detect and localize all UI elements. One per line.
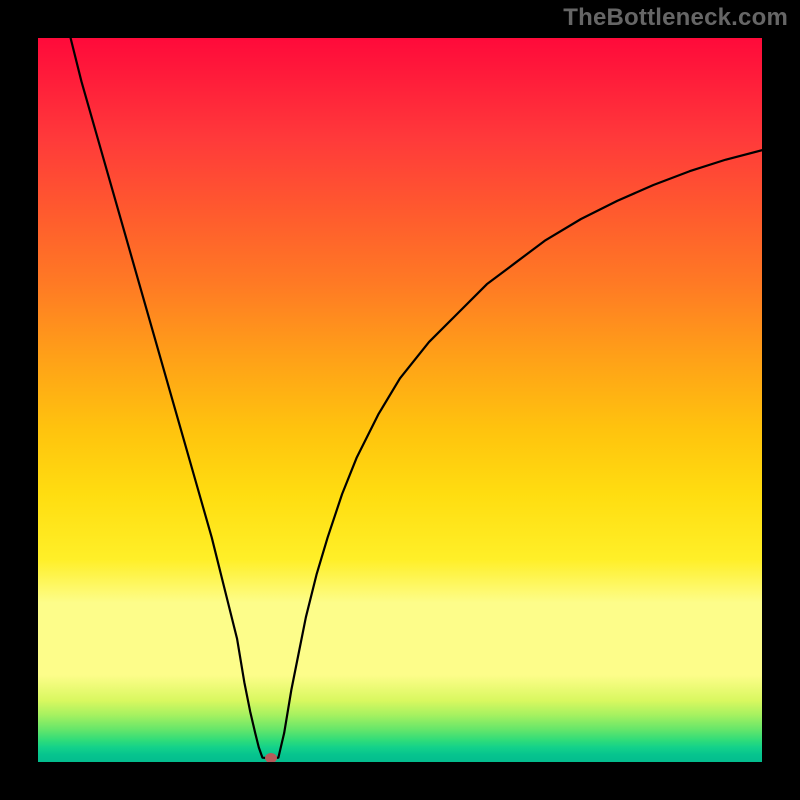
chart-stage: TheBottleneck.com — [0, 0, 800, 800]
minimum-marker — [265, 753, 277, 762]
plot-area — [38, 38, 762, 762]
watermark-text: TheBottleneck.com — [563, 4, 788, 32]
bottleneck-curve — [38, 38, 762, 762]
